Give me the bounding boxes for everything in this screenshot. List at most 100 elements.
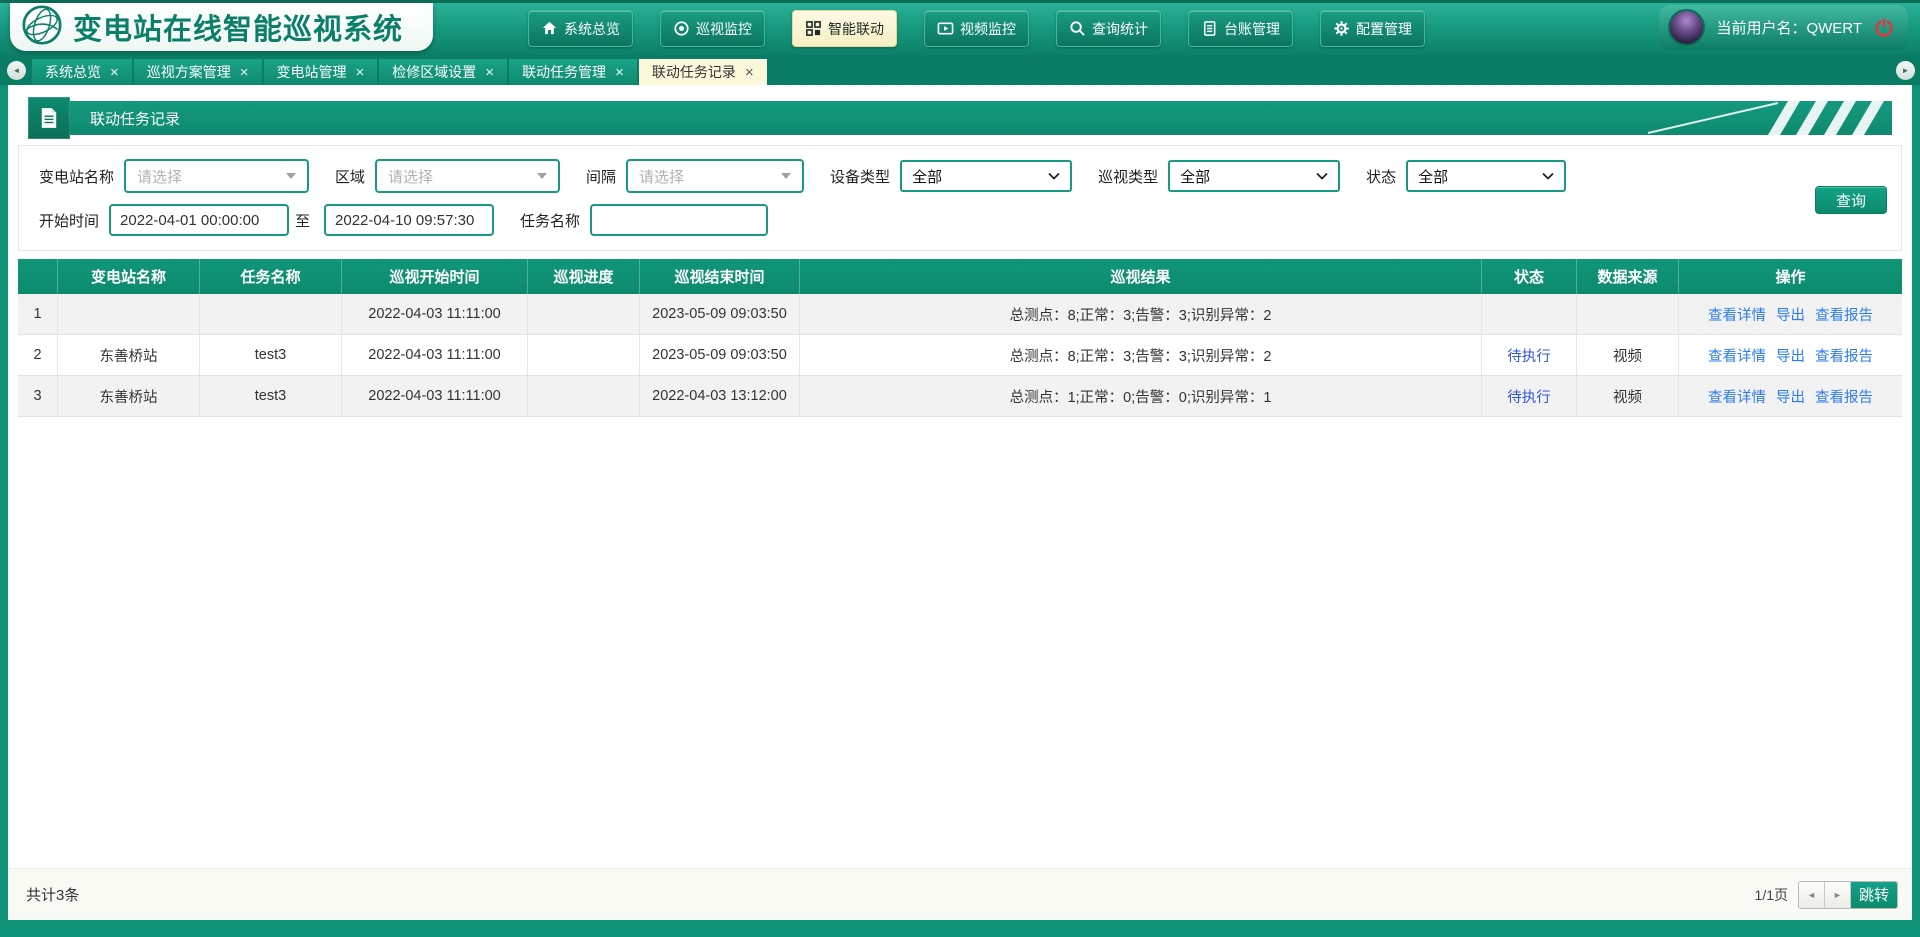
start-time-input[interactable] — [109, 204, 289, 236]
col-actions: 操作 — [1679, 259, 1902, 294]
table-row: 2东善桥站test32022-04-03 11:11:002023-05-09 … — [18, 335, 1902, 376]
cell-result: 总测点：1;正常：0;告警：0;识别异常：1 — [800, 376, 1482, 416]
status-select[interactable]: 全部 — [1406, 160, 1566, 192]
nav-button[interactable]: 台账管理 — [1188, 10, 1293, 47]
content-panel: 联动任务记录 变电站名称 请选择 区域 — [8, 85, 1912, 920]
search-icon — [1069, 20, 1086, 37]
tab-close-icon[interactable]: × — [110, 65, 119, 80]
logout-power-icon[interactable] — [1873, 17, 1895, 39]
tab-close-icon[interactable]: × — [745, 65, 754, 80]
tab-label: 联动任务记录 — [652, 62, 736, 82]
document-icon — [28, 97, 70, 139]
col-data-source: 数据来源 — [1577, 259, 1679, 294]
page: 变电站在线智能巡视系统 系统总览巡视监控智能联动视频监控查询统计台账管理配置管理… — [0, 0, 1920, 937]
col-end-time: 巡视结束时间 — [640, 259, 800, 294]
action-link[interactable]: 导出 — [1776, 304, 1805, 325]
tab-close-icon[interactable]: × — [485, 65, 494, 80]
tab-close-icon[interactable]: × — [240, 65, 249, 80]
action-link[interactable]: 查看报告 — [1815, 386, 1873, 407]
filter-row-2: 开始时间 至 任务名称 — [19, 204, 1901, 236]
page-title-bar: 联动任务记录 — [28, 101, 1892, 135]
nav-button[interactable]: 巡视监控 — [660, 10, 765, 47]
nav-button-label: 台账管理 — [1224, 19, 1280, 39]
area-filter-label: 区域 — [335, 166, 365, 187]
tab[interactable]: 变电站管理× — [264, 59, 378, 85]
tab[interactable]: 联动任务管理× — [509, 59, 637, 85]
area-select-placeholder: 请选择 — [388, 166, 433, 187]
col-result: 巡视结果 — [800, 259, 1482, 294]
user-avatar — [1668, 9, 1705, 46]
device-type-select[interactable]: 全部 — [900, 160, 1072, 192]
select-chevron-icon — [1542, 172, 1554, 180]
cell-task-name: test3 — [200, 376, 342, 416]
app-title: 变电站在线智能巡视系统 — [73, 6, 403, 48]
patrol-type-select[interactable]: 全部 — [1168, 160, 1340, 192]
jump-button[interactable]: 跳转 — [1851, 882, 1897, 908]
cell-actions: 查看详情导出查看报告 — [1679, 376, 1902, 416]
current-user-label: 当前用户名：QWERT — [1716, 17, 1862, 38]
action-link[interactable]: 查看详情 — [1708, 386, 1766, 407]
video-icon — [937, 20, 954, 37]
action-link[interactable]: 查看详情 — [1708, 304, 1766, 325]
nav-button[interactable]: 视频监控 — [924, 10, 1029, 47]
tab[interactable]: 联动任务记录 × — [639, 59, 767, 85]
action-link[interactable]: 查看详情 — [1708, 345, 1766, 366]
tab-label: 系统总览 — [45, 62, 101, 82]
query-button[interactable]: 查询 — [1815, 186, 1887, 214]
table-footer: 共计3条 1/1页 ◄ ► 跳转 — [8, 868, 1912, 920]
brand-panel: 变电站在线智能巡视系统 — [10, 3, 433, 51]
nav-button[interactable]: 系统总览 — [528, 10, 633, 47]
tab-scroll-left-icon[interactable]: ◄ — [7, 61, 26, 80]
cell-station-name: 东善桥站 — [58, 376, 200, 416]
device-type-select-value: 全部 — [912, 166, 942, 187]
cell-progress — [528, 294, 640, 334]
cell-station-name — [58, 294, 200, 334]
tab[interactable]: 检修区域设置× — [379, 59, 507, 85]
cell-station-name: 东善桥站 — [58, 335, 200, 375]
tab-label: 巡视方案管理 — [147, 62, 231, 82]
tab-bar: ◄ 系统总览×巡视方案管理×变电站管理×检修区域设置×联动任务管理×联动任务记录… — [0, 55, 1920, 85]
task-name-input[interactable] — [590, 204, 768, 236]
next-page-button[interactable]: ► — [1825, 882, 1851, 908]
tab-close-icon[interactable]: × — [615, 65, 624, 80]
cell-task-name — [200, 294, 342, 334]
cell-end-time: 2023-05-09 09:03:50 — [640, 335, 800, 375]
cell-data-source — [1577, 294, 1679, 334]
col-index — [18, 259, 58, 294]
tab[interactable]: 巡视方案管理 × — [134, 59, 262, 85]
app-logo-icon — [22, 5, 62, 50]
patrol-type-select-value: 全部 — [1180, 166, 1210, 187]
pager-group: ◄ ► 跳转 — [1798, 881, 1898, 909]
page-title: 联动任务记录 — [90, 108, 180, 129]
action-link[interactable]: 导出 — [1776, 345, 1805, 366]
action-link[interactable]: 导出 — [1776, 386, 1805, 407]
action-link[interactable]: 查看报告 — [1815, 345, 1873, 366]
cell-task-name: test3 — [200, 335, 342, 375]
nav-button[interactable]: 查询统计 — [1056, 10, 1161, 47]
end-time-input[interactable] — [324, 204, 494, 236]
cell-status: 待执行 — [1482, 376, 1577, 416]
col-start-time: 巡视开始时间 — [342, 259, 528, 294]
action-link[interactable]: 查看报告 — [1815, 304, 1873, 325]
station-select[interactable]: 请选择 — [124, 159, 309, 193]
tab[interactable]: 系统总览 × — [32, 59, 132, 85]
tab-scroll-right-icon[interactable]: ► — [1896, 61, 1915, 80]
bay-filter-label: 间隔 — [586, 166, 616, 187]
eye-icon — [673, 20, 690, 37]
app-header: 变电站在线智能巡视系统 系统总览巡视监控智能联动视频监控 查询统计 台账管理 配置管理… — [0, 0, 1920, 55]
nav-button[interactable]: 智能联动 — [792, 10, 897, 47]
start-time-filter-label: 开始时间 — [39, 210, 99, 231]
table-header: 变电站名称任务名称巡视开始时间巡视进度巡视结束时间巡视结果状态数据来源操作 — [18, 259, 1902, 294]
nav-button[interactable]: 配置管理 — [1320, 10, 1425, 47]
col-station-name: 变电站名称 — [58, 259, 200, 294]
nav-button-label: 查询统计 — [1092, 19, 1148, 39]
bay-select[interactable]: 请选择 — [626, 159, 804, 193]
area-select[interactable]: 请选择 — [375, 159, 560, 193]
col-status: 状态 — [1482, 259, 1577, 294]
cell-row-index: 3 — [18, 376, 58, 416]
status-filter-label: 状态 — [1366, 166, 1396, 187]
cell-result: 总测点：8;正常：3;告警：3;识别异常：2 — [800, 335, 1482, 375]
cell-end-time: 2023-05-09 09:03:50 — [640, 294, 800, 334]
prev-page-button[interactable]: ◄ — [1799, 882, 1825, 908]
tab-close-icon[interactable]: × — [356, 65, 365, 80]
